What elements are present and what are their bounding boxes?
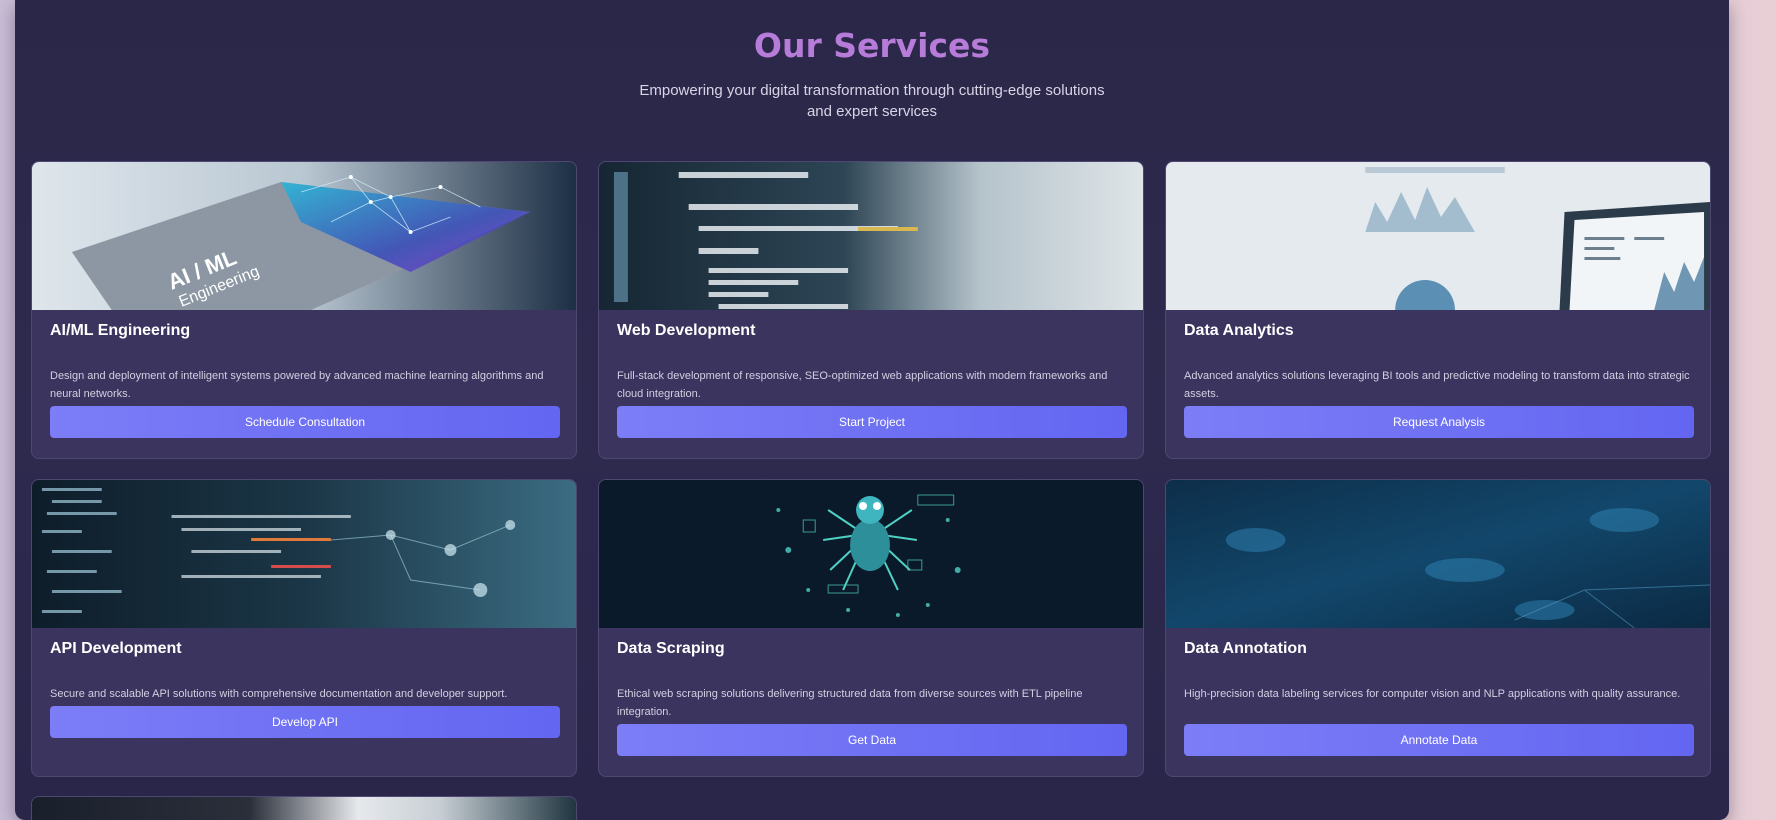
card-description: Advanced analytics solutions leveraging … <box>1184 370 1690 400</box>
card-title: Data Analytics <box>1184 322 1294 339</box>
card-description: Secure and scalable API solutions with c… <box>50 688 508 700</box>
service-card-ai-ml: AI / ML Engineering AI/ML Engineering De… <box>31 161 577 459</box>
data-analytics-image <box>1166 162 1710 310</box>
partial-card-image <box>32 797 576 820</box>
api-development-image <box>32 480 576 628</box>
get-data-button[interactable]: Get Data <box>617 724 1127 756</box>
service-card-data-annotation: Data Annotation High-precision data labe… <box>1165 479 1711 777</box>
service-card-api-development: API Development Secure and scalable API … <box>31 479 577 777</box>
service-card-web-development: Web Development Full-stack development o… <box>598 161 1144 459</box>
web-development-image <box>599 162 1143 310</box>
annotate-data-button[interactable]: Annotate Data <box>1184 724 1694 756</box>
start-project-button[interactable]: Start Project <box>617 406 1127 438</box>
services-section: Our Services Empowering your digital tra… <box>15 0 1729 820</box>
card-title: Data Scraping <box>617 640 725 657</box>
ai-ml-image: AI / ML Engineering <box>32 162 576 310</box>
data-annotation-image <box>1166 480 1710 628</box>
data-scraping-image <box>599 480 1143 628</box>
request-analysis-button[interactable]: Request Analysis <box>1184 406 1694 438</box>
card-title: AI/ML Engineering <box>50 322 191 339</box>
card-description: Ethical web scraping solutions deliverin… <box>617 688 1083 718</box>
card-title: Data Annotation <box>1184 640 1307 657</box>
card-title: API Development <box>50 640 182 657</box>
card-description: Design and deployment of intelligent sys… <box>50 370 544 400</box>
section-title: Our Services <box>753 26 991 65</box>
card-description: Full-stack development of responsive, SE… <box>617 370 1108 400</box>
card-description: High-precision data labeling services fo… <box>1184 688 1681 700</box>
card-title: Web Development <box>617 322 756 339</box>
service-card-data-analytics: Data Analytics Advanced analytics soluti… <box>1165 161 1711 459</box>
schedule-consultation-button[interactable]: Schedule Consultation <box>50 406 560 438</box>
section-subtitle: Empowering your digital transformation t… <box>639 82 1105 120</box>
service-card-data-scraping: Data Scraping Ethical web scraping solut… <box>598 479 1144 777</box>
service-card-partial <box>31 796 577 820</box>
develop-api-button[interactable]: Develop API <box>50 706 560 738</box>
